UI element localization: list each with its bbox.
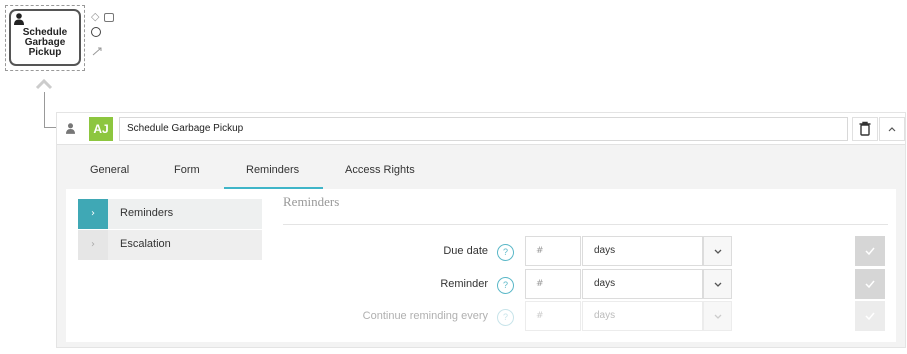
reminder-unit-select[interactable]: days: [582, 269, 703, 299]
collapse-button[interactable]: [879, 117, 905, 141]
chevron-down-icon: [714, 282, 721, 287]
tab-form[interactable]: Form: [174, 164, 200, 176]
help-icon[interactable]: ?: [497, 244, 514, 261]
reminder-label: Reminder: [440, 278, 488, 290]
chevron-down-icon: [714, 314, 721, 319]
continue-reminding-label: Continue reminding every: [362, 310, 488, 322]
event-icon[interactable]: [91, 27, 101, 37]
connector-line: [44, 92, 56, 128]
properties-panel: AJ Schedule Garbage Pickup General Form …: [56, 112, 906, 348]
section-divider: [283, 224, 888, 225]
side-item-reminders[interactable]: › Reminders: [78, 199, 262, 229]
reminder-confirm-button[interactable]: [855, 269, 885, 299]
reminder-number-input[interactable]: #: [525, 269, 581, 299]
help-icon[interactable]: ?: [497, 309, 514, 326]
task-icon[interactable]: [104, 13, 114, 22]
check-icon: [865, 247, 875, 256]
user-icon: [14, 13, 24, 25]
avatar: AJ: [89, 117, 113, 141]
check-icon: [865, 280, 875, 289]
section-title: Reminders: [283, 194, 340, 209]
continue-reminding-confirm-button[interactable]: [855, 301, 885, 331]
user-icon: [66, 123, 75, 134]
task-title-input[interactable]: Schedule Garbage Pickup: [119, 117, 848, 141]
panel-header: AJ Schedule Garbage Pickup: [57, 113, 905, 145]
reminder-unit-dropdown[interactable]: [703, 269, 732, 299]
tab-general[interactable]: General: [90, 164, 129, 176]
tab-reminders[interactable]: Reminders: [246, 164, 299, 176]
continue-reminding-number-input[interactable]: #: [525, 301, 581, 331]
tab-access-rights[interactable]: Access Rights: [345, 164, 415, 176]
trash-icon: [859, 121, 871, 136]
delete-button[interactable]: [852, 117, 878, 141]
gateway-icon[interactable]: ◇: [91, 11, 99, 22]
due-date-confirm-button[interactable]: [855, 236, 885, 266]
due-date-label: Due date: [443, 245, 488, 257]
chevron-down-icon: [714, 249, 721, 254]
due-date-number-input[interactable]: #: [525, 236, 581, 266]
task-label: Schedule Garbage Pickup: [22, 27, 68, 58]
chevron-up-icon: [888, 127, 896, 132]
due-date-unit-dropdown[interactable]: [703, 236, 732, 266]
help-icon[interactable]: ?: [497, 277, 514, 294]
chevron-right-icon: ›: [78, 199, 108, 229]
side-item-label: Escalation: [120, 238, 171, 250]
due-date-unit-select[interactable]: days: [582, 236, 703, 266]
side-item-label: Reminders: [120, 207, 174, 219]
continue-reminding-unit-select[interactable]: days: [582, 301, 703, 331]
side-item-escalation[interactable]: › Escalation: [78, 230, 262, 260]
task-node[interactable]: Schedule Garbage Pickup: [9, 9, 81, 66]
continue-reminding-unit-dropdown[interactable]: [703, 301, 732, 331]
connect-icon[interactable]: [92, 46, 103, 56]
tab-content: › Reminders › Escalation Reminders Due d…: [66, 189, 896, 342]
chevron-right-icon: ›: [78, 230, 108, 260]
chevron-up-icon: [35, 78, 53, 90]
check-icon: [865, 312, 875, 321]
